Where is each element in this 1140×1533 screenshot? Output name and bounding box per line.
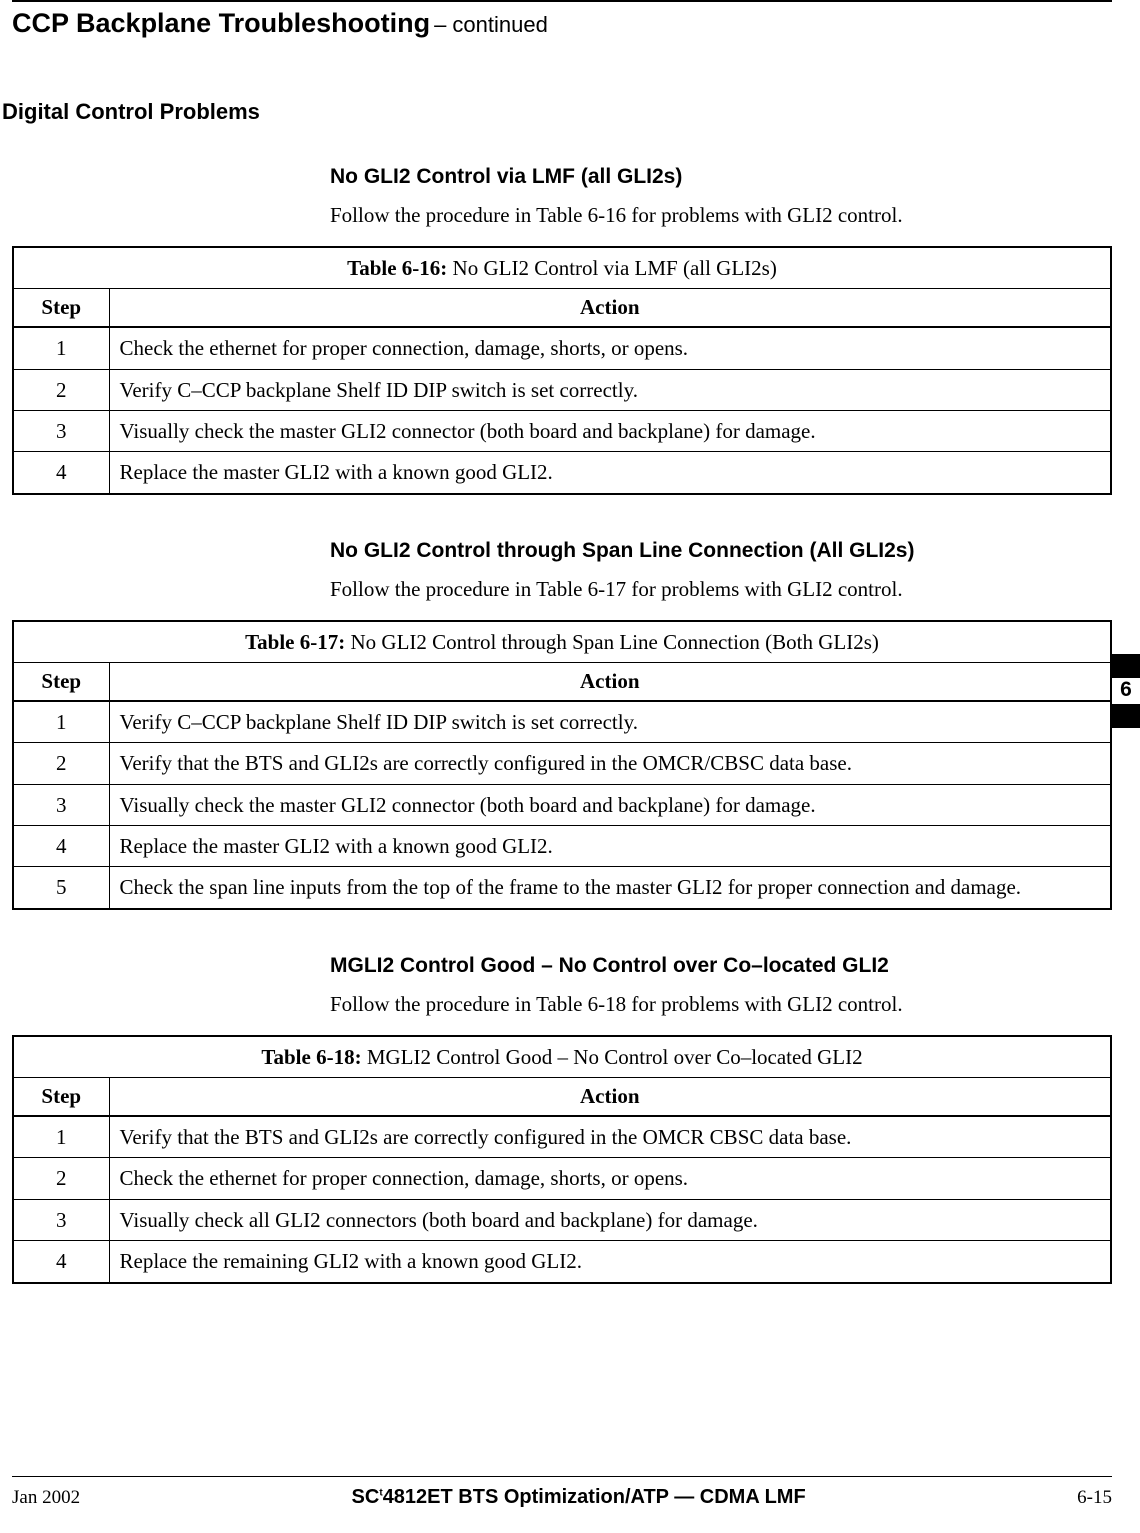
- page-footer: Jan 2002 SCt4812ET BTS Optimization/ATP …: [12, 1486, 1112, 1509]
- col-step: Step: [13, 289, 109, 328]
- table-row: 5Check the span line inputs from the top…: [13, 867, 1111, 909]
- table-caption: Table 6-18: MGLI2 Control Good – No Cont…: [13, 1036, 1111, 1078]
- table-row: 4Replace the master GLI2 with a known go…: [13, 826, 1111, 867]
- header-title: CCP Backplane Troubleshooting: [12, 8, 430, 38]
- page-header: CCP Backplane Troubleshooting – continue…: [12, 8, 1112, 39]
- sub-heading-1: No GLI2 Control via LMF (all GLI2s): [330, 165, 1112, 189]
- table-row: 2Check the ethernet for proper connectio…: [13, 1158, 1111, 1199]
- table-row: 1Verify C–CCP backplane Shelf ID DIP swi…: [13, 701, 1111, 743]
- table-row: 3Visually check the master GLI2 connecto…: [13, 784, 1111, 825]
- table-6-16: Table 6-16: No GLI2 Control via LMF (all…: [12, 246, 1112, 495]
- col-action: Action: [109, 1078, 1111, 1117]
- table-row: 4Replace the master GLI2 with a known go…: [13, 452, 1111, 494]
- side-tab-marker: [1112, 704, 1140, 728]
- footer-title: SCt4812ET BTS Optimization/ATP — CDMA LM…: [80, 1486, 1077, 1509]
- table-6-17: Table 6-17: No GLI2 Control through Span…: [12, 620, 1112, 910]
- table-row: 1Verify that the BTS and GLI2s are corre…: [13, 1116, 1111, 1158]
- sub-heading-2: No GLI2 Control through Span Line Connec…: [330, 539, 1112, 563]
- table-label: Table 6-18:: [261, 1045, 361, 1069]
- table-6-18: Table 6-18: MGLI2 Control Good – No Cont…: [12, 1035, 1112, 1284]
- col-action: Action: [109, 663, 1111, 702]
- sub-paragraph-2: Follow the procedure in Table 6-17 for p…: [330, 577, 1112, 602]
- table-row: 2Verify that the BTS and GLI2s are corre…: [13, 743, 1111, 784]
- table-caption: Table 6-16: No GLI2 Control via LMF (all…: [13, 247, 1111, 289]
- table-row: 3Visually check the master GLI2 connecto…: [13, 411, 1111, 452]
- sub-paragraph-1: Follow the procedure in Table 6-16 for p…: [330, 203, 1112, 228]
- footer-date: Jan 2002: [12, 1487, 80, 1509]
- table-row: 2Verify C–CCP backplane Shelf ID DIP swi…: [13, 369, 1111, 410]
- col-action: Action: [109, 289, 1111, 328]
- col-step: Step: [13, 663, 109, 702]
- table-title: No GLI2 Control through Span Line Connec…: [345, 630, 879, 654]
- side-tab-number: 6: [1116, 678, 1136, 702]
- table-label: Table 6-17:: [245, 630, 345, 654]
- table-row: 3Visually check all GLI2 connectors (bot…: [13, 1199, 1111, 1240]
- side-tab-marker: [1112, 654, 1140, 678]
- footer-page-number: 6-15: [1077, 1487, 1112, 1509]
- col-step: Step: [13, 1078, 109, 1117]
- table-caption: Table 6-17: No GLI2 Control through Span…: [13, 621, 1111, 663]
- section-heading: Digital Control Problems: [2, 99, 1112, 125]
- table-title: MGLI2 Control Good – No Control over Co–…: [362, 1045, 863, 1069]
- table-title: No GLI2 Control via LMF (all GLI2s): [447, 256, 777, 280]
- header-continued: – continued: [434, 12, 548, 37]
- table-row: 1Check the ethernet for proper connectio…: [13, 327, 1111, 369]
- sub-heading-3: MGLI2 Control Good – No Control over Co–…: [330, 954, 1112, 978]
- table-row: 4Replace the remaining GLI2 with a known…: [13, 1241, 1111, 1283]
- sub-paragraph-3: Follow the procedure in Table 6-18 for p…: [330, 992, 1112, 1017]
- table-label: Table 6-16:: [347, 256, 447, 280]
